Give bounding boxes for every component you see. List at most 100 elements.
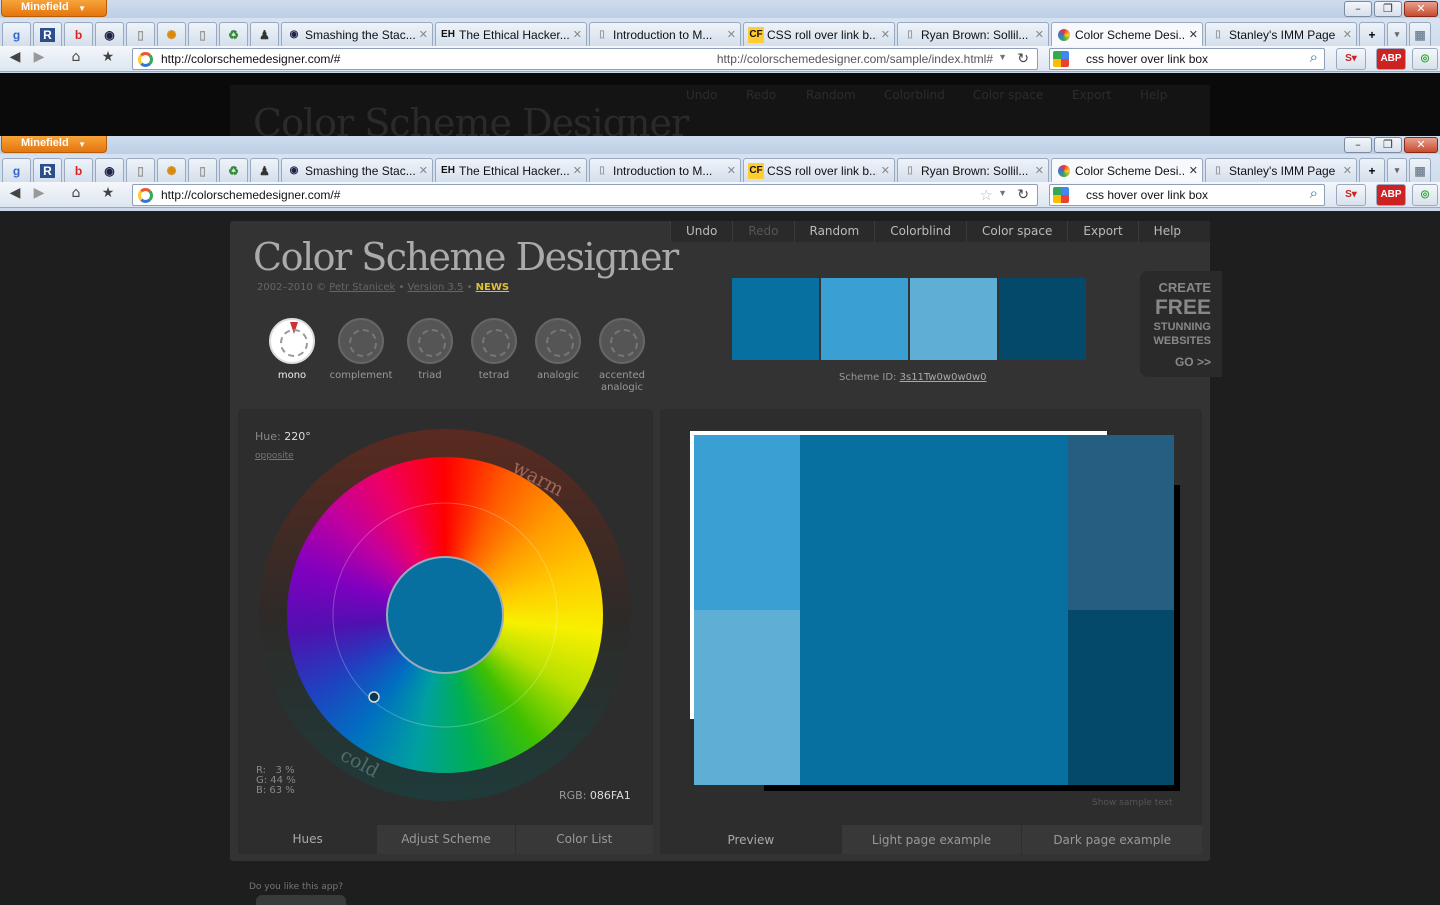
- adblock-icon[interactable]: ABP: [1376, 184, 1406, 206]
- scheme-analogic[interactable]: analogic: [526, 316, 590, 394]
- menu-help[interactable]: Help: [1137, 221, 1196, 242]
- app-tab-page2[interactable]: ▯: [188, 22, 217, 46]
- tab-hues[interactable]: Hues: [238, 825, 377, 854]
- reload-icon[interactable]: ↻: [1017, 50, 1029, 67]
- like-button[interactable]: [256, 895, 346, 905]
- menu-export[interactable]: Export: [1067, 221, 1137, 242]
- home-button[interactable]: ⌂: [64, 49, 88, 69]
- new-tab-button[interactable]: +: [1359, 158, 1385, 182]
- news-link[interactable]: NEWS: [476, 282, 509, 293]
- app-tab-google[interactable]: g: [2, 22, 31, 46]
- app-tab-swirl[interactable]: ♻: [219, 158, 248, 182]
- tab-smashing[interactable]: ◉ Smashing the Stac... ✕: [281, 158, 433, 182]
- tab-stanley[interactable]: ▯ Stanley's IMM Page ✕: [1205, 22, 1357, 46]
- restore-button[interactable]: ❐: [1374, 137, 1402, 153]
- menu-colorblind[interactable]: Colorblind: [874, 221, 966, 242]
- noscript-icon[interactable]: S▾: [1336, 184, 1366, 206]
- minefield-menu-button[interactable]: Minefield ▼: [1, 136, 107, 153]
- addon-green-icon[interactable]: ◎: [1412, 48, 1438, 70]
- app-tab-eye[interactable]: ◉: [95, 22, 124, 46]
- noscript-icon[interactable]: S▾: [1336, 48, 1366, 70]
- forward-button[interactable]: ▶: [28, 185, 50, 205]
- back-button[interactable]: ◀: [4, 49, 26, 69]
- tab-groups-icon[interactable]: ▦: [1409, 22, 1431, 46]
- bookmark-menu-button[interactable]: ★: [94, 49, 122, 69]
- swatch-dark[interactable]: [999, 278, 1086, 360]
- new-tab-button[interactable]: +: [1359, 22, 1385, 46]
- tab-dark-page-example[interactable]: Dark page example: [1021, 825, 1203, 854]
- swatch-primary[interactable]: [732, 278, 819, 360]
- tab-list-icon[interactable]: ▾: [1387, 22, 1407, 46]
- home-button[interactable]: ⌂: [64, 185, 88, 205]
- scheme-accented-analogic[interactable]: accented analogic: [590, 316, 654, 394]
- scheme-id-link[interactable]: 3s11Tw0w0w0w0: [900, 372, 987, 383]
- promo-go-link[interactable]: GO >>: [1140, 354, 1211, 370]
- tab-color-scheme-designer[interactable]: Color Scheme Desi... ✕: [1051, 22, 1203, 46]
- minimize-button[interactable]: –: [1344, 1, 1372, 17]
- app-tab-google[interactable]: g: [2, 158, 31, 182]
- tab-ryan-brown[interactable]: ▯ Ryan Brown: Sollil... ✕: [897, 22, 1049, 46]
- tab-color-list[interactable]: Color List: [514, 825, 653, 854]
- opposite-link[interactable]: opposite: [255, 451, 294, 461]
- app-tab-page[interactable]: ▯: [126, 158, 155, 182]
- app-tab-page2[interactable]: ▯: [188, 158, 217, 182]
- app-tab-bitly[interactable]: b: [64, 22, 93, 46]
- show-sample-text-link[interactable]: Show sample text: [1092, 798, 1173, 808]
- tab-adjust-scheme[interactable]: Adjust Scheme: [376, 825, 515, 854]
- swatch-light-1[interactable]: [821, 278, 908, 360]
- search-icon[interactable]: ⌕: [1310, 185, 1318, 202]
- author-link[interactable]: Petr Stanicek: [329, 282, 395, 293]
- app-tab-penguin[interactable]: ♟: [250, 22, 279, 46]
- menu-color-space[interactable]: Color space: [966, 221, 1067, 242]
- hue-picker-handle[interactable]: [368, 691, 380, 703]
- promo-banner[interactable]: CREATE FREE STUNNING WEBSITES GO >>: [1140, 271, 1222, 377]
- tab-light-page-example[interactable]: Light page example: [840, 825, 1022, 854]
- reload-icon[interactable]: ↻: [1017, 186, 1029, 203]
- close-window-button[interactable]: ✕: [1404, 1, 1438, 17]
- tab-ryan-brown[interactable]: ▯ Ryan Brown: Sollil... ✕: [897, 158, 1049, 182]
- swatch-light-2[interactable]: [910, 278, 997, 360]
- tab-preview[interactable]: Preview: [660, 825, 841, 854]
- bookmark-menu-button[interactable]: ★: [94, 185, 122, 205]
- adblock-icon[interactable]: ABP: [1376, 48, 1406, 70]
- app-tab-page[interactable]: ▯: [126, 22, 155, 46]
- tab-color-scheme-designer[interactable]: Color Scheme Desi... ✕: [1051, 158, 1203, 182]
- app-tab-r[interactable]: R: [33, 22, 62, 46]
- app-tab-swirl[interactable]: ♻: [219, 22, 248, 46]
- app-tab-penguin[interactable]: ♟: [250, 158, 279, 182]
- app-tab-eye[interactable]: ◉: [95, 158, 124, 182]
- forward-button[interactable]: ▶: [28, 49, 50, 69]
- back-button[interactable]: ◀: [4, 185, 26, 205]
- restore-button[interactable]: ❐: [1374, 1, 1402, 17]
- tab-list-icon[interactable]: ▾: [1387, 158, 1407, 182]
- app-tab-maple[interactable]: ✺: [157, 22, 186, 46]
- minefield-menu-button[interactable]: Minefield ▼: [1, 0, 107, 17]
- app-tab-r[interactable]: R: [33, 158, 62, 182]
- tab-stanley[interactable]: ▯ Stanley's IMM Page ✕: [1205, 158, 1357, 182]
- menu-random[interactable]: Random: [793, 221, 875, 242]
- tab-introduction[interactable]: ▯ Introduction to M... ✕: [589, 22, 741, 46]
- tab-introduction[interactable]: ▯ Introduction to M... ✕: [589, 158, 741, 182]
- scheme-triad[interactable]: triad: [398, 316, 462, 394]
- url-bar[interactable]: http://colorschemedesigner.com/# ☆ ▼ ↻: [132, 184, 1038, 206]
- search-bar[interactable]: css hover over link box ⌕: [1049, 184, 1325, 206]
- scheme-tetrad[interactable]: tetrad: [462, 316, 526, 394]
- url-dropdown-icon[interactable]: ▼: [998, 188, 1007, 198]
- version-link[interactable]: Version 3.5: [408, 282, 464, 293]
- minimize-button[interactable]: –: [1344, 137, 1372, 153]
- app-tab-maple[interactable]: ✺: [157, 158, 186, 182]
- search-icon[interactable]: ⌕: [1310, 49, 1318, 66]
- addon-green-icon[interactable]: ◎: [1412, 184, 1438, 206]
- scheme-mono[interactable]: mono: [260, 316, 324, 394]
- tab-ethical-hacker[interactable]: EH The Ethical Hacker... ✕: [435, 158, 587, 182]
- scheme-complement[interactable]: complement: [324, 316, 398, 394]
- url-dropdown-icon[interactable]: ▼: [998, 52, 1007, 62]
- tab-css-rollover[interactable]: CF CSS roll over link b... ✕: [743, 158, 895, 182]
- search-bar[interactable]: css hover over link box ⌕: [1049, 48, 1325, 70]
- bookmark-star-icon[interactable]: ☆: [980, 186, 993, 204]
- close-window-button[interactable]: ✕: [1404, 137, 1438, 153]
- tab-ethical-hacker[interactable]: EH The Ethical Hacker... ✕: [435, 22, 587, 46]
- url-bar[interactable]: http://colorschemedesigner.com/# http://…: [132, 48, 1038, 70]
- tab-groups-icon[interactable]: ▦: [1409, 158, 1431, 182]
- color-wheel-svg[interactable]: warm cold: [259, 429, 631, 801]
